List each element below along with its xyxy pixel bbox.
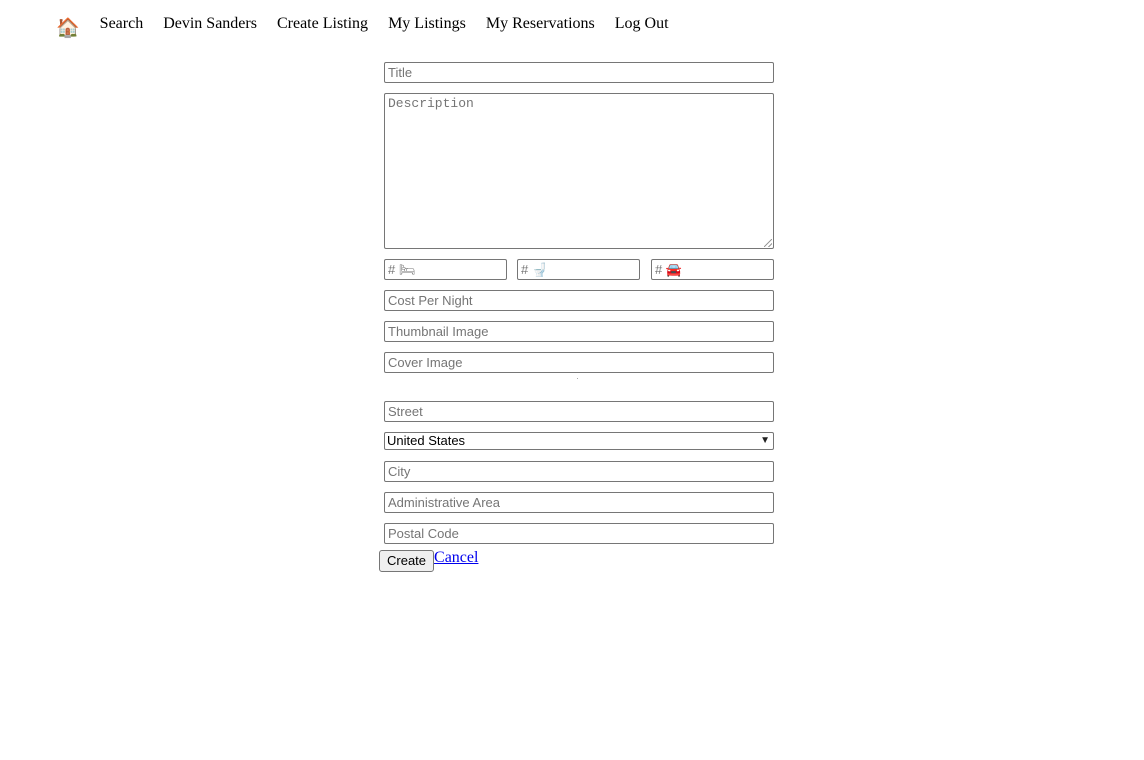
separator-dot xyxy=(577,378,578,379)
parking-prefix: # xyxy=(655,262,663,277)
thumbnail-image-input[interactable]: Thumbnail Image xyxy=(384,321,774,342)
postal-code-placeholder: Postal Code xyxy=(388,526,459,541)
resize-grip-icon[interactable] xyxy=(764,239,772,247)
toilet-icon: 🚽 xyxy=(531,263,549,278)
nav-create-listing-link[interactable]: Create Listing xyxy=(277,14,368,34)
bathrooms-input[interactable]: # 🚽 xyxy=(517,259,640,280)
form-actions: Create Cancel xyxy=(379,548,478,572)
cost-per-night-input[interactable]: Cost Per Night xyxy=(384,290,774,311)
nav-my-listings-link[interactable]: My Listings xyxy=(388,14,466,34)
cancel-link[interactable]: Cancel xyxy=(434,548,478,568)
title-placeholder: Title xyxy=(388,65,413,80)
parking-input[interactable]: # 🚘 xyxy=(651,259,774,280)
thumbnail-image-placeholder: Thumbnail Image xyxy=(388,324,489,339)
postal-code-input[interactable]: Postal Code xyxy=(384,523,774,544)
administrative-area-placeholder: Administrative Area xyxy=(388,495,500,510)
city-input[interactable]: City xyxy=(384,461,774,482)
nav-log-out-link[interactable]: Log Out xyxy=(615,14,669,34)
top-nav: 🏠 Search Devin Sanders Create Listing My… xyxy=(56,14,689,39)
bathrooms-prefix: # xyxy=(521,262,529,277)
bedrooms-prefix: # xyxy=(388,262,396,277)
nav-search-link[interactable]: Search xyxy=(100,14,144,34)
cover-image-input[interactable]: Cover Image xyxy=(384,352,774,373)
create-button[interactable]: Create xyxy=(379,550,435,572)
home-icon[interactable]: 🏠 xyxy=(56,17,80,39)
bed-icon: 🛏 xyxy=(398,263,416,278)
administrative-area-input[interactable]: Administrative Area xyxy=(384,492,774,513)
description-placeholder: Description xyxy=(388,96,474,111)
nav-user-name-link[interactable]: Devin Sanders xyxy=(163,14,257,34)
country-select[interactable]: United States ▼ xyxy=(384,432,774,450)
city-placeholder: City xyxy=(388,464,411,479)
cost-per-night-placeholder: Cost Per Night xyxy=(388,293,473,308)
chevron-down-icon: ▼ xyxy=(760,435,770,446)
cover-image-placeholder: Cover Image xyxy=(388,355,463,370)
street-input[interactable]: Street xyxy=(384,401,774,422)
bedrooms-input[interactable]: # 🛏 xyxy=(384,259,507,280)
description-textarea[interactable]: Description xyxy=(384,93,774,249)
car-icon: 🚘 xyxy=(665,263,683,278)
nav-my-reservations-link[interactable]: My Reservations xyxy=(486,14,595,34)
country-selected-value: United States xyxy=(387,433,466,448)
street-placeholder: Street xyxy=(388,404,423,419)
title-input[interactable]: Title xyxy=(384,62,774,83)
